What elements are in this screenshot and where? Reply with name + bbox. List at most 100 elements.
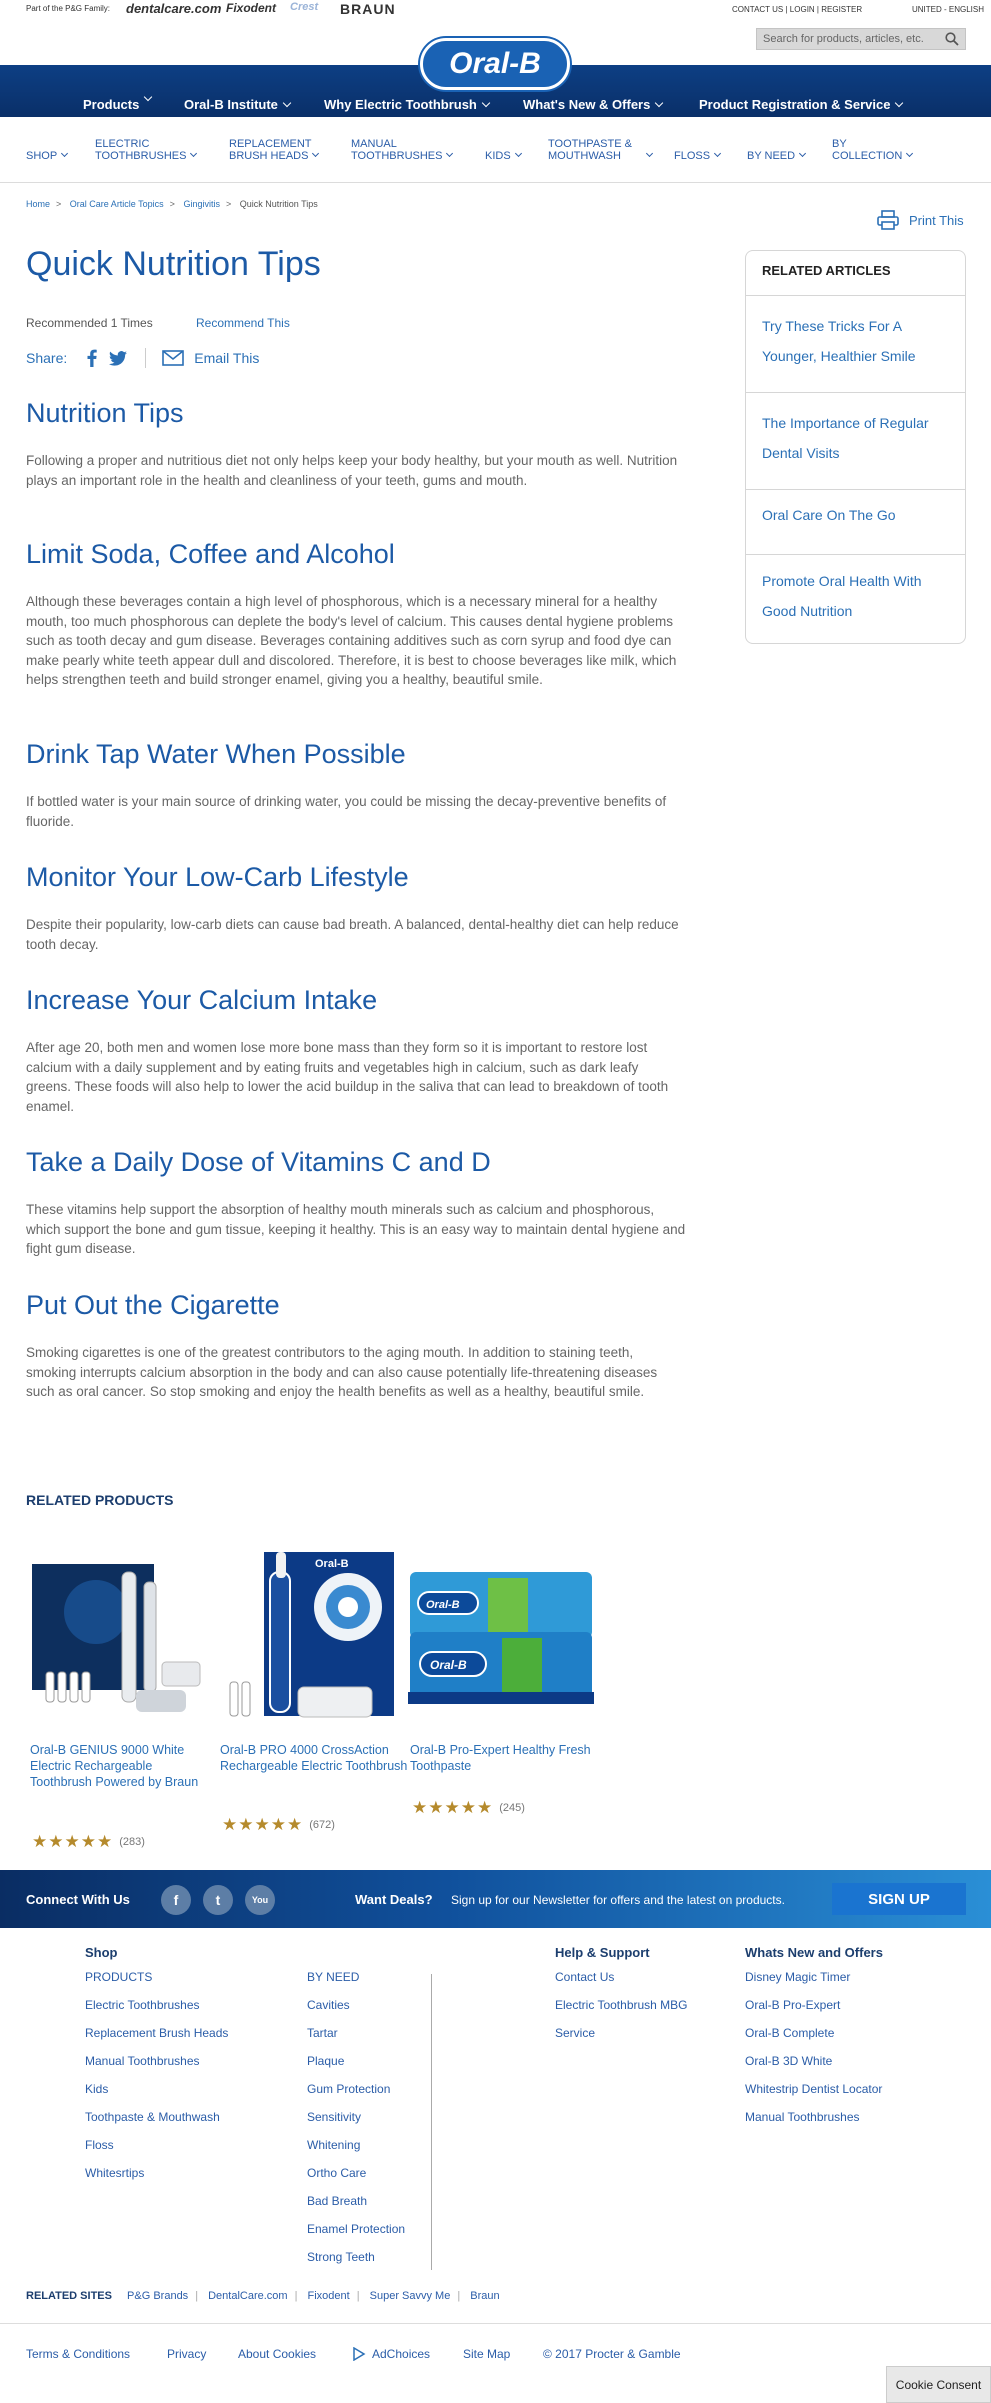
twitter-icon[interactable]: t [203, 1885, 233, 1915]
product-card[interactable]: Oral-B Oral-B [408, 1552, 598, 1725]
cat-label: BRUSH HEADS [229, 150, 309, 162]
svg-text:Oral-B: Oral-B [315, 1558, 349, 1570]
cat-replacement-brush-heads[interactable]: REPLACEMENT BRUSH HEADS [229, 138, 320, 162]
about-cookies-link[interactable]: About Cookies [238, 2347, 316, 2361]
footer-link[interactable]: Whitestrip Dentist Locator [745, 2082, 882, 2096]
cat-by-need[interactable]: BY NEED [747, 149, 807, 162]
nav-product-registration[interactable]: Product Registration & Service [699, 97, 904, 112]
chevron-down-icon [645, 149, 653, 158]
footer-link[interactable]: Whitening [307, 2138, 360, 2152]
related-site-link[interactable]: Super Savvy Me [370, 2290, 451, 2302]
braun-logo[interactable]: BRAUN [340, 1, 396, 17]
related-site-link[interactable]: Fixodent [308, 2290, 350, 2302]
breadcrumb-gingivitis[interactable]: Gingivitis [183, 199, 220, 209]
recommend-button[interactable]: Recommend This [196, 316, 290, 330]
footer-link[interactable]: Toothpaste & Mouthwash [85, 2110, 220, 2124]
cat-manual-toothbrushes[interactable]: MANUAL TOOTHBRUSHES [351, 138, 454, 162]
cat-label: TOOTHBRUSHES [95, 150, 187, 162]
breadcrumb-home[interactable]: Home [26, 199, 50, 209]
connect-label: Connect With Us [26, 1892, 130, 1907]
chevron-down-icon [446, 149, 454, 158]
oral-b-logo[interactable]: Oral-B [420, 38, 570, 90]
footer-link[interactable]: Plaque [307, 2054, 344, 2068]
cat-floss[interactable]: FLOSS [674, 149, 722, 162]
footer-link[interactable]: Strong Teeth [307, 2250, 375, 2264]
related-site-link[interactable]: P&G Brands [127, 2290, 188, 2302]
footer-link[interactable]: Oral-B 3D White [745, 2054, 832, 2068]
related-site-link[interactable]: DentalCare.com [208, 2290, 287, 2302]
product-card[interactable] [26, 1552, 216, 1725]
terms-link[interactable]: Terms & Conditions [26, 2347, 130, 2361]
footer-whats-new-title: Whats New and Offers [745, 1945, 883, 1960]
youtube-icon[interactable]: You [245, 1885, 275, 1915]
related-sites-label: RELATED SITES [26, 2290, 112, 2302]
footer-link[interactable]: Enamel Protection [307, 2222, 405, 2236]
footer-link[interactable]: BY NEED [307, 1970, 359, 1984]
footer-link[interactable]: Bad Breath [307, 2194, 367, 2208]
cat-kids[interactable]: KIDS [485, 149, 522, 162]
product-name[interactable]: Oral-B GENIUS 9000 White Electric Rechar… [30, 1742, 215, 1790]
footer-link[interactable]: Manual Toothbrushes [745, 2110, 860, 2124]
footer-link[interactable]: Service [555, 2026, 595, 2040]
fixodent-logo[interactable]: Fixodent [226, 1, 276, 15]
related-article-link[interactable]: Promote Oral Health With Good Nutrition [762, 566, 952, 626]
footer-link[interactable]: Contact Us [555, 1970, 614, 1984]
footer-link[interactable]: Sensitivity [307, 2110, 361, 2124]
footer-link[interactable]: PRODUCTS [85, 1970, 152, 1984]
cat-toothpaste-mouthwash[interactable]: TOOTHPASTE & MOUTHWASH [548, 138, 653, 162]
register-link[interactable]: REGISTER [821, 5, 862, 14]
region-selector[interactable]: UNITED - ENGLISH [912, 5, 984, 14]
adchoices-link[interactable]: AdChoices [352, 2347, 430, 2361]
cat-label: KIDS [485, 150, 511, 162]
cat-shop[interactable]: SHOP [26, 149, 69, 162]
footer-link[interactable]: Oral-B Pro-Expert [745, 1998, 840, 2012]
privacy-link[interactable]: Privacy [167, 2347, 206, 2361]
cat-electric-toothbrushes[interactable]: ELECTRIC TOOTHBRUSHES [95, 138, 198, 162]
footer-link[interactable]: Electric Toothbrush MBG [555, 1998, 688, 2012]
related-article-link[interactable]: Try These Tricks For A Younger, Healthie… [762, 311, 952, 371]
email-button[interactable]: Email This [162, 350, 259, 366]
search-icon[interactable] [945, 32, 959, 46]
nav-whats-new[interactable]: What's New & Offers [523, 97, 664, 112]
nav-oral-b-institute[interactable]: Oral-B Institute [184, 97, 292, 112]
footer-link[interactable]: Replacement Brush Heads [85, 2026, 228, 2040]
signup-button[interactable]: SIGN UP [832, 1883, 966, 1915]
nav-why-electric[interactable]: Why Electric Toothbrush [324, 97, 491, 112]
footer-link[interactable]: Electric Toothbrushes [85, 1998, 200, 2012]
footer-link[interactable]: Whitesrtips [85, 2166, 144, 2180]
product-image: Oral-B [229, 1551, 394, 1718]
facebook-icon[interactable]: f [161, 1885, 191, 1915]
product-name[interactable]: Oral-B Pro-Expert Healthy Fresh Toothpas… [410, 1742, 600, 1774]
footer-link[interactable]: Kids [85, 2082, 108, 2096]
related-article-link[interactable]: The Importance of Regular Dental Visits [762, 408, 952, 468]
footer-link[interactable]: Cavities [307, 1998, 350, 2012]
svg-text:Oral-B: Oral-B [426, 1599, 460, 1611]
product-name[interactable]: Oral-B PRO 4000 CrossAction Rechargeable… [220, 1742, 410, 1774]
product-card[interactable]: Oral-B [220, 1551, 410, 1725]
adchoices-icon [353, 2347, 366, 2361]
divider [746, 295, 965, 296]
twitter-icon[interactable] [109, 350, 128, 366]
related-site-link[interactable]: Braun [470, 2290, 499, 2302]
related-article-link[interactable]: Oral Care On The Go [762, 500, 952, 530]
print-button[interactable]: Print This [877, 210, 964, 230]
dentalcare-logo[interactable]: dentalcare.com [126, 1, 221, 16]
footer-link[interactable]: Manual Toothbrushes [85, 2054, 200, 2068]
facebook-icon[interactable] [87, 349, 97, 367]
footer-link[interactable]: Ortho Care [307, 2166, 366, 2180]
star-icons: ★★★★★ [412, 1798, 494, 1817]
login-link[interactable]: LOGIN [790, 5, 815, 14]
contact-us-link[interactable]: CONTACT US [732, 5, 783, 14]
footer-link[interactable]: Disney Magic Timer [745, 1970, 850, 1984]
crest-logo[interactable]: Crest [290, 1, 318, 13]
footer-link[interactable]: Tartar [307, 2026, 338, 2040]
cat-by-collection[interactable]: BY COLLECTION [832, 138, 914, 162]
footer-link[interactable]: Oral-B Complete [745, 2026, 834, 2040]
chevron-down-icon [895, 98, 904, 108]
breadcrumb-article-topics[interactable]: Oral Care Article Topics [70, 199, 164, 209]
search-input[interactable] [757, 29, 937, 49]
cookie-consent-button[interactable]: Cookie Consent [886, 2366, 991, 2403]
sitemap-link[interactable]: Site Map [463, 2347, 510, 2361]
footer-link[interactable]: Floss [85, 2138, 114, 2152]
footer-link[interactable]: Gum Protection [307, 2082, 390, 2096]
